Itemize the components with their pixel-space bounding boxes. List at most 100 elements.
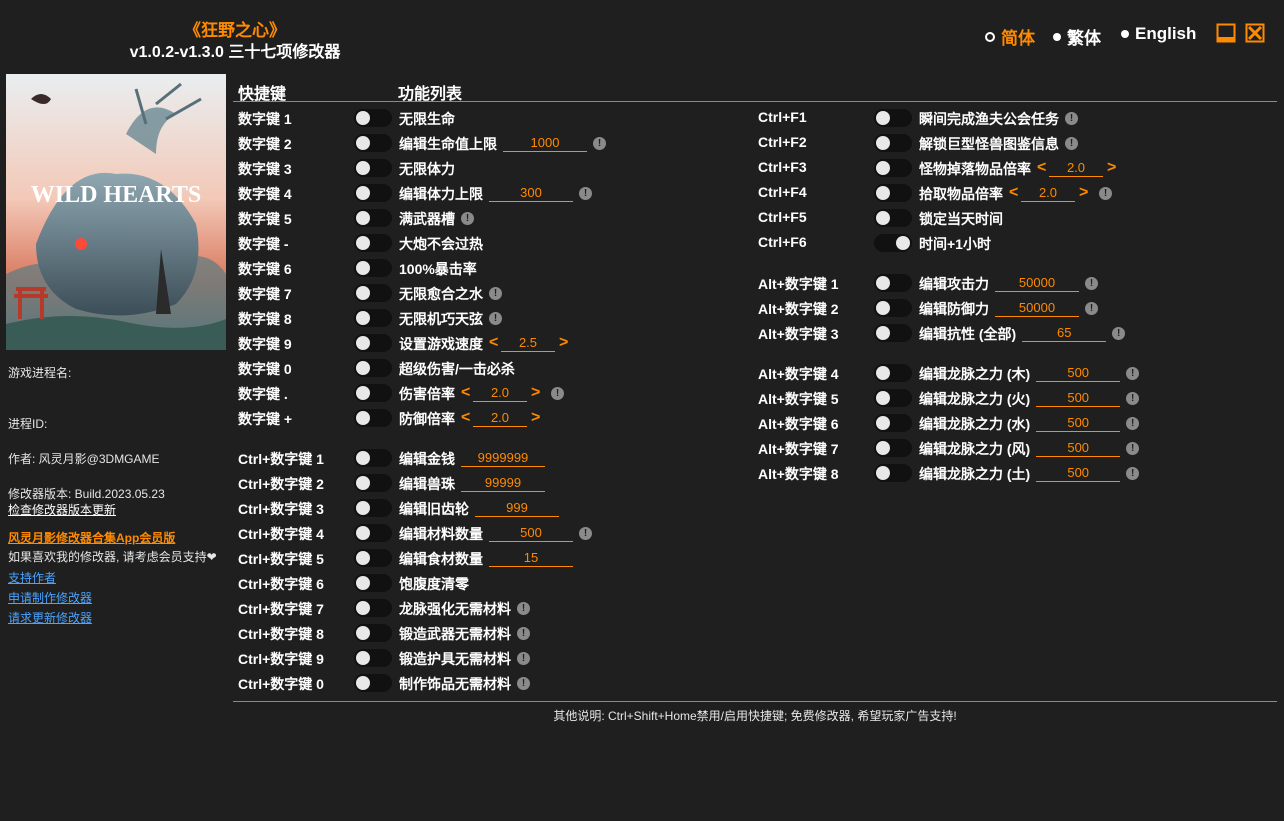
option-toggle[interactable] <box>354 649 392 667</box>
option-toggle[interactable] <box>354 599 392 617</box>
option-toggle[interactable] <box>354 234 392 252</box>
option-value-input[interactable]: 99999 <box>460 475 545 492</box>
option-stepper-value[interactable]: 2.0 <box>472 410 527 427</box>
decrease-arrow-icon[interactable]: < <box>1009 185 1018 201</box>
lang-simplified[interactable]: 简体 <box>985 24 1035 49</box>
option-toggle[interactable] <box>354 259 392 277</box>
request-trainer-link[interactable]: 申请制作修改器 <box>8 589 92 606</box>
option-value-input[interactable]: 500 <box>1036 440 1121 457</box>
close-button[interactable] <box>1245 23 1265 43</box>
info-icon[interactable]: ! <box>550 387 564 400</box>
option-stepper-value[interactable]: 2.0 <box>1048 160 1103 177</box>
info-icon[interactable]: ! <box>460 212 474 225</box>
option-toggle[interactable] <box>874 234 912 252</box>
info-icon[interactable]: ! <box>1126 367 1140 380</box>
info-icon[interactable]: ! <box>578 527 592 540</box>
option-toggle[interactable] <box>354 159 392 177</box>
toggle-knob <box>356 651 370 665</box>
support-author-link[interactable]: 支持作者 <box>8 569 56 586</box>
info-icon[interactable]: ! <box>516 677 530 690</box>
info-icon[interactable]: ! <box>1126 417 1140 430</box>
option-toggle[interactable] <box>354 134 392 152</box>
option-toggle[interactable] <box>874 464 912 482</box>
info-icon[interactable]: ! <box>592 137 606 150</box>
option-toggle[interactable] <box>354 309 392 327</box>
option-value-input[interactable]: 500 <box>1036 390 1121 407</box>
minimize-button[interactable] <box>1216 23 1236 43</box>
option-value-input[interactable]: 500 <box>488 525 573 542</box>
info-icon[interactable]: ! <box>516 652 530 665</box>
option-toggle[interactable] <box>354 409 392 427</box>
info-icon[interactable]: ! <box>516 627 530 640</box>
info-icon[interactable]: ! <box>1064 137 1078 150</box>
option-value-input[interactable]: 50000 <box>994 300 1079 317</box>
option-value-input[interactable]: 65 <box>1022 325 1107 342</box>
info-icon[interactable]: ! <box>1084 277 1098 290</box>
option-toggle[interactable] <box>354 624 392 642</box>
decrease-arrow-icon[interactable]: < <box>461 385 470 401</box>
option-toggle[interactable] <box>354 474 392 492</box>
info-icon[interactable]: ! <box>1126 392 1140 405</box>
option-toggle[interactable] <box>354 524 392 542</box>
request-update-link[interactable]: 请求更新修改器 <box>8 609 92 626</box>
option-value-input[interactable]: 9999999 <box>460 450 545 467</box>
option-toggle[interactable] <box>354 359 392 377</box>
info-icon[interactable]: ! <box>1064 112 1078 125</box>
increase-arrow-icon[interactable]: > <box>531 385 540 401</box>
option-stepper-value[interactable]: 2.0 <box>1020 185 1075 202</box>
option-toggle[interactable] <box>874 324 912 342</box>
info-icon[interactable]: ! <box>1126 442 1140 455</box>
option-toggle[interactable] <box>874 439 912 457</box>
info-icon[interactable]: ! <box>488 312 502 325</box>
option-toggle[interactable] <box>354 184 392 202</box>
option-toggle[interactable] <box>874 364 912 382</box>
lang-english[interactable]: English <box>1121 24 1196 44</box>
option-toggle[interactable] <box>354 449 392 467</box>
option-toggle[interactable] <box>874 109 912 127</box>
increase-arrow-icon[interactable]: > <box>1079 185 1088 201</box>
option-value-input[interactable]: 300 <box>488 185 573 202</box>
info-icon[interactable]: ! <box>1098 187 1112 200</box>
info-icon[interactable]: ! <box>578 187 592 200</box>
check-update-link[interactable]: 检查修改器版本更新 <box>8 501 116 518</box>
option-toggle[interactable] <box>874 299 912 317</box>
info-icon[interactable]: ! <box>1126 467 1140 480</box>
option-value-input[interactable]: 999 <box>474 500 559 517</box>
option-toggle[interactable] <box>874 134 912 152</box>
increase-arrow-icon[interactable]: > <box>1107 160 1116 176</box>
info-icon[interactable]: ! <box>1084 302 1098 315</box>
info-icon[interactable]: ! <box>1112 327 1126 340</box>
option-value-input[interactable]: 500 <box>1036 365 1121 382</box>
decrease-arrow-icon[interactable]: < <box>489 335 498 351</box>
option-value-input[interactable]: 15 <box>488 550 573 567</box>
option-value-input[interactable]: 50000 <box>994 275 1079 292</box>
promo-link[interactable]: 风灵月影修改器合集App会员版 <box>8 529 175 546</box>
option-value-input[interactable]: 500 <box>1036 465 1121 482</box>
option-value-input[interactable]: 500 <box>1036 415 1121 432</box>
option-toggle[interactable] <box>354 574 392 592</box>
option-stepper-value[interactable]: 2.5 <box>500 335 555 352</box>
option-toggle[interactable] <box>874 274 912 292</box>
decrease-arrow-icon[interactable]: < <box>1037 160 1046 176</box>
option-toggle[interactable] <box>354 334 392 352</box>
decrease-arrow-icon[interactable]: < <box>461 410 470 426</box>
option-toggle[interactable] <box>874 209 912 227</box>
option-toggle[interactable] <box>874 184 912 202</box>
increase-arrow-icon[interactable]: > <box>531 410 540 426</box>
option-toggle[interactable] <box>354 674 392 692</box>
option-toggle[interactable] <box>874 159 912 177</box>
option-toggle[interactable] <box>354 209 392 227</box>
option-toggle[interactable] <box>354 109 392 127</box>
option-stepper-value[interactable]: 2.0 <box>472 385 527 402</box>
option-value-input[interactable]: 1000 <box>502 135 587 152</box>
info-icon[interactable]: ! <box>488 287 502 300</box>
option-toggle[interactable] <box>354 499 392 517</box>
info-icon[interactable]: ! <box>516 602 530 615</box>
option-toggle[interactable] <box>354 284 392 302</box>
option-toggle[interactable] <box>874 414 912 432</box>
increase-arrow-icon[interactable]: > <box>559 335 568 351</box>
option-toggle[interactable] <box>354 384 392 402</box>
option-toggle[interactable] <box>874 389 912 407</box>
option-toggle[interactable] <box>354 549 392 567</box>
lang-traditional[interactable]: 繁体 <box>1053 24 1101 49</box>
